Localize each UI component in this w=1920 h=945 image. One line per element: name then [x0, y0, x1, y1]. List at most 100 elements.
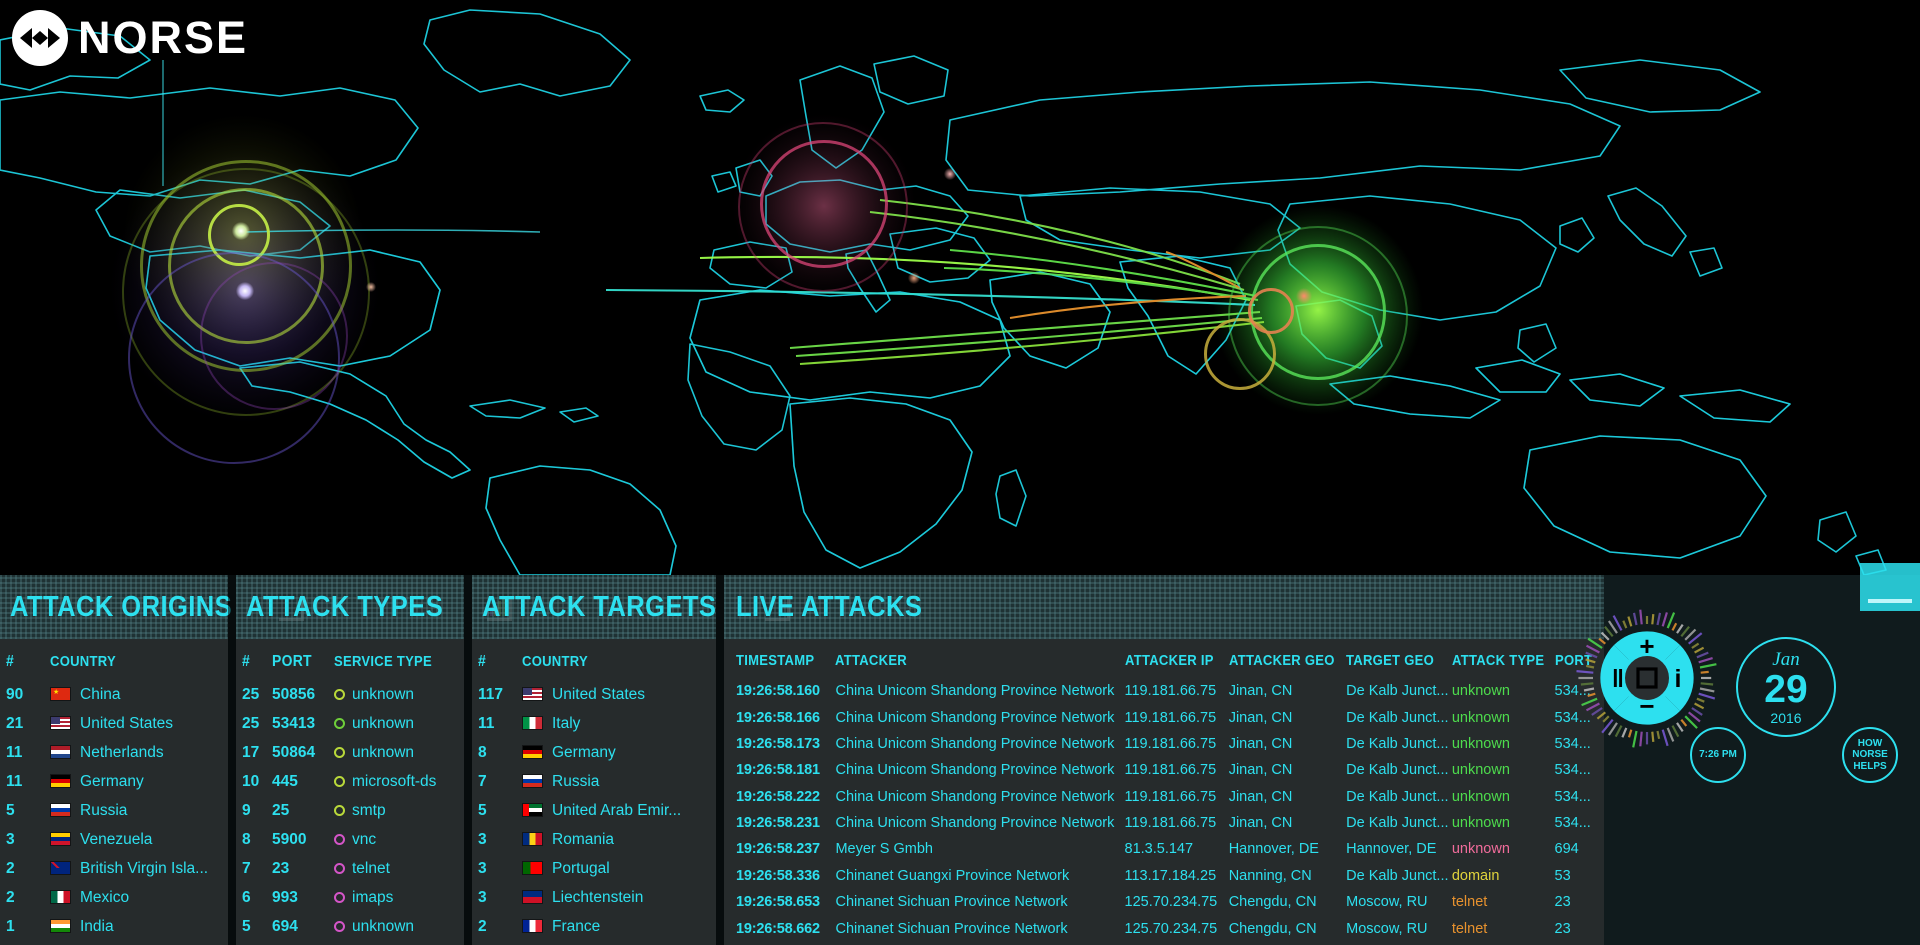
row-port: 5900 — [272, 830, 307, 848]
how-norse-helps-badge[interactable]: HOW NORSE HELPS — [1842, 727, 1898, 783]
table-row[interactable]: 3 Liechtenstein — [478, 883, 706, 912]
table-row[interactable]: 5 Russia — [6, 796, 218, 825]
col-service-type: SERVICE TYPE — [334, 654, 433, 670]
row-country: United States — [50, 709, 218, 738]
service-label: smtp — [352, 801, 386, 819]
row-country: Romania — [522, 825, 706, 854]
sidebar-toggle-bar — [1868, 599, 1912, 603]
table-row[interactable]: 51tcpmux — [242, 941, 454, 945]
table-row[interactable]: 8 Germany — [478, 738, 706, 767]
live-attacks-header: LIVE ATTACKS — [724, 575, 1604, 639]
table-row[interactable]: 11 Italy — [478, 709, 706, 738]
table-row[interactable]: 3 Romania — [478, 825, 706, 854]
sidebar-toggle-tab[interactable] — [1860, 563, 1920, 611]
table-row[interactable]: 25 50856 unknown — [242, 680, 454, 709]
row-count: 11 — [6, 743, 23, 761]
country-label: Romania — [552, 830, 615, 848]
pause-label: ‖ — [1612, 665, 1624, 693]
date-month: Jan — [1772, 648, 1800, 670]
table-row[interactable]: 19:26:58.181 China Unicom Shandong Provin… — [736, 757, 1596, 783]
col-attacker: ATTACKER — [835, 653, 908, 669]
table-row[interactable]: 11 Germany — [6, 767, 218, 796]
cell-attacker-geo: Jinan, CN — [1228, 709, 1293, 726]
panel-attack-origins: ATTACK ORIGINS # COUNTRY 90 ★ China 21 Unite… — [0, 575, 305, 945]
table-row[interactable]: 8 5900 vnc — [242, 825, 454, 854]
panel-title: ATTACK TARGETS — [482, 590, 717, 623]
cell-attacker-ip: 81.3.5.147 — [1124, 841, 1194, 858]
col-country: COUNTRY — [50, 654, 116, 670]
cell-timestamp: 19:26:58.231 — [736, 815, 820, 832]
row-count: 11 — [478, 714, 495, 732]
panel-title: ATTACK ORIGINS — [10, 590, 233, 623]
attack-origins-body[interactable]: # COUNTRY 90 ★ China 21 United States 11 Nethe… — [0, 639, 228, 945]
table-row[interactable]: 19:26:58.662 Chinanet Sichuan Province Ne… — [736, 915, 1596, 941]
map-controls: + − ‖ i Jan 29 2016 7:26 PM HOW NORSE HE… — [1550, 563, 1920, 945]
service-label: microsoft-ds — [352, 772, 437, 790]
attack-types-body[interactable]: # PORT SERVICE TYPE 25 50856 unknown 25 5341… — [236, 639, 464, 945]
cell-timestamp: 19:26:58.173 — [736, 735, 820, 752]
country-label: France — [552, 917, 601, 935]
row-country: ★ China — [50, 680, 218, 709]
row-count: 7 — [242, 859, 251, 877]
table-row[interactable]: 19:26:58.237 Meyer S Gmbh 81.3.5.147 Hannov… — [736, 836, 1596, 862]
col-attacker-geo: ATTACKER GEO — [1228, 653, 1335, 669]
table-row[interactable]: 2 Mexico — [6, 883, 218, 912]
row-count: 5 — [242, 917, 251, 935]
table-row[interactable]: 117 United States — [478, 680, 706, 709]
norse-logo[interactable]: NORSE — [12, 10, 248, 66]
table-row[interactable]: 1Taiwan — [478, 941, 706, 945]
table-row[interactable]: 7 Russia — [478, 767, 706, 796]
row-port: 53413 — [272, 714, 316, 732]
table-row[interactable]: 5 United Arab Emir... — [478, 796, 706, 825]
table-row[interactable]: 21 United States — [6, 709, 218, 738]
table-row[interactable]: 90 ★ China — [6, 680, 218, 709]
table-row[interactable]: 19:26:58.160 China Unicom Shandong Provin… — [736, 678, 1596, 704]
flag-icon-ve — [50, 831, 71, 846]
row-count: 5 — [6, 801, 15, 819]
table-row[interactable]: 3 Venezuela — [6, 825, 218, 854]
table-row[interactable]: 10 445 microsoft-ds — [242, 767, 454, 796]
date-widget[interactable]: Jan 29 2016 — [1736, 637, 1836, 737]
attack-targets-body[interactable]: # COUNTRY 117 United States 11 Italy 8 German… — [472, 639, 716, 945]
table-row[interactable]: 5 694 unknown — [242, 912, 454, 941]
service-dot-icon — [334, 775, 345, 787]
table-row[interactable]: 19:26:58.222 China Unicom Shandong Provin… — [736, 784, 1596, 810]
table-row[interactable]: 9 25 smtp — [242, 796, 454, 825]
table-row[interactable]: 2 France — [478, 912, 706, 941]
live-attacks-body[interactable]: TIMESTAMP ATTACKER ATTACKER IP ATTACKER … — [724, 639, 1604, 945]
row-country: France — [522, 912, 706, 941]
row-country: Portugal — [522, 854, 706, 883]
attack-targets-header: ATTACK TARGETS — [472, 575, 791, 639]
row-count: 2 — [478, 917, 487, 935]
cell-attack-type: unknown — [1451, 841, 1510, 858]
row-port: 25 — [272, 801, 290, 819]
table-row[interactable]: 6 993 imaps — [242, 883, 454, 912]
cell-timestamp: 19:26:58.160 — [736, 683, 820, 700]
table-row[interactable]: 1 India — [6, 912, 218, 941]
table-row[interactable]: 2 British Virgin Isla... — [6, 854, 218, 883]
table-row[interactable]: 19:26:58.166 China Unicom Shandong Provin… — [736, 704, 1596, 730]
table-row[interactable]: 17 50864 unknown — [242, 738, 454, 767]
table-row[interactable]: 3 Portugal — [478, 854, 706, 883]
row-count: 8 — [242, 830, 251, 848]
time-badge[interactable]: 7:26 PM — [1690, 727, 1746, 783]
panel-attack-types: ATTACK TYPES # PORT SERVICE TYPE 25 5085… — [236, 575, 513, 945]
table-row[interactable]: 11 Netherlands — [6, 738, 218, 767]
country-label: Netherlands — [80, 743, 164, 761]
cell-timestamp: 19:26:58.181 — [736, 762, 820, 779]
zoom-out-label: − — [1639, 691, 1654, 721]
table-row[interactable]: 19:26:58.231 China Unicom Shandong Provin… — [736, 810, 1596, 836]
panel-live-attacks: LIVE ATTACKS TIMESTAMP ATTACKER ATTACKER… — [724, 575, 1604, 945]
table-row[interactable]: 19:26:58.336 Chinanet Guangxi Province Ne… — [736, 863, 1596, 889]
row-count: 8 — [478, 743, 487, 761]
service-dot-icon — [334, 862, 345, 874]
table-row[interactable]: 7 23 telnet — [242, 854, 454, 883]
cell-attack-type: unknown — [1451, 788, 1510, 805]
attack-targets-table: # COUNTRY 117 United States 11 Italy 8 German… — [478, 647, 706, 945]
table-row[interactable]: 19:26:58.653 Chinanet Sichuan Province Ne… — [736, 889, 1596, 915]
bottom-map-backdrop — [0, 0, 1920, 576]
table-row[interactable]: 19:26:58.173 China Unicom Shandong Provin… — [736, 731, 1596, 757]
table-row[interactable]: 25 53413 unknown — [242, 709, 454, 738]
row-port: 1 — [272, 941, 334, 945]
service-label: unknown — [352, 743, 415, 761]
